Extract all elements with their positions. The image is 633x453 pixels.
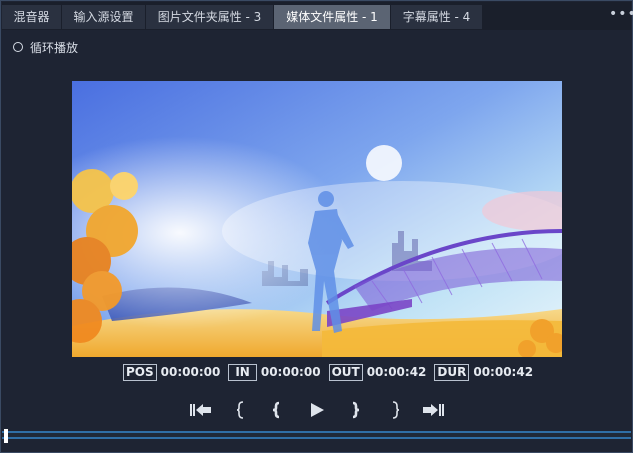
- play-button[interactable]: [303, 399, 331, 421]
- go-to-end-icon: [423, 404, 444, 416]
- pos-label: POS: [123, 363, 157, 381]
- timecode-bar: POS 00:00:00 IN 00:00:00 OUT 00:00:42 DU…: [123, 363, 541, 381]
- out-label: OUT: [328, 363, 363, 381]
- timeline-track[interactable]: [2, 431, 631, 439]
- media-properties-panel: 混音器 输入源设置 图片文件夹属性 - 3 媒体文件属性 - 1 字幕属性 - …: [0, 0, 633, 453]
- set-out-point-icon: [392, 401, 400, 419]
- tab-subtitle-properties[interactable]: 字幕属性 - 4: [391, 5, 483, 29]
- pos-value: 00:00:00: [160, 365, 221, 379]
- play-icon: [311, 403, 324, 417]
- step-forward-icon: [352, 401, 360, 419]
- loop-playback-label: 循环播放: [30, 40, 79, 55]
- timeline-playhead[interactable]: [4, 429, 8, 443]
- tab-bar: 混音器 输入源设置 图片文件夹属性 - 3 媒体文件属性 - 1 字幕属性 - …: [2, 2, 633, 30]
- in-value: 00:00:00: [260, 365, 321, 379]
- step-forward-button[interactable]: [341, 399, 369, 421]
- video-frame-image: [72, 81, 562, 357]
- dur-label: DUR: [434, 363, 470, 381]
- step-back-button[interactable]: [263, 399, 291, 421]
- go-to-start-icon: [190, 404, 211, 416]
- go-to-start-button[interactable]: [187, 399, 215, 421]
- step-back-icon: [272, 401, 280, 419]
- more-horizontal-icon[interactable]: •••: [609, 7, 633, 22]
- video-preview: [72, 81, 562, 357]
- in-label: IN: [228, 363, 257, 381]
- go-to-end-button[interactable]: [419, 399, 447, 421]
- loop-playback-option[interactable]: 循环播放: [13, 38, 78, 56]
- dur-value: 00:00:42: [473, 365, 534, 379]
- set-out-point-button[interactable]: [381, 399, 409, 421]
- tab-mixer[interactable]: 混音器: [2, 5, 62, 29]
- tab-image-folder-properties[interactable]: 图片文件夹属性 - 3: [146, 5, 274, 29]
- set-in-point-icon: [236, 401, 244, 419]
- set-in-point-button[interactable]: [227, 399, 255, 421]
- playback-controls: [187, 399, 447, 421]
- out-value: 00:00:42: [366, 365, 427, 379]
- tab-input-source-settings[interactable]: 输入源设置: [62, 5, 146, 29]
- tab-media-file-properties[interactable]: 媒体文件属性 - 1: [274, 5, 391, 29]
- radio-icon[interactable]: [13, 42, 23, 52]
